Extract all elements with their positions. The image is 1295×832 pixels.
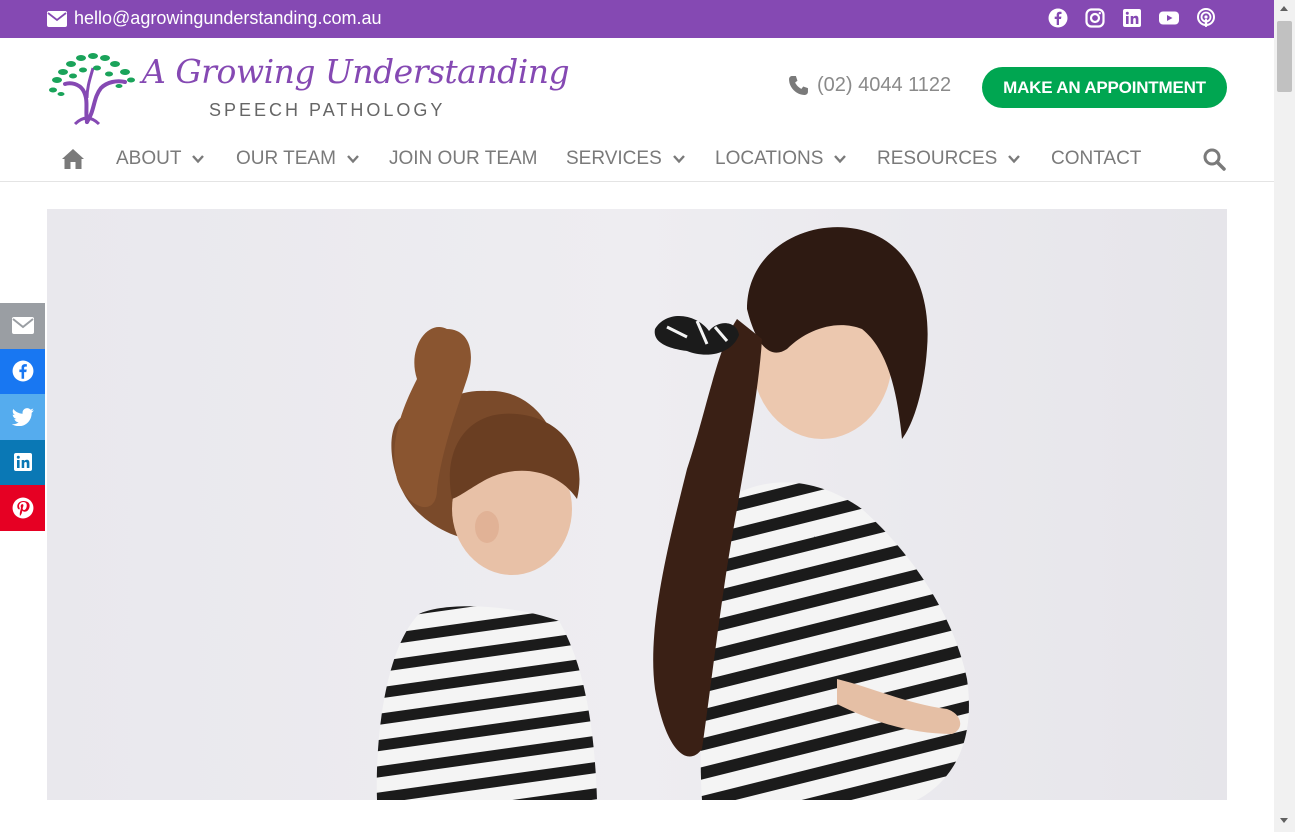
twitter-icon [11,407,34,426]
make-appointment-button[interactable]: MAKE AN APPOINTMENT [982,67,1227,108]
phone-number: (02) 4044 1122 [817,74,952,96]
social-links [1048,8,1233,28]
nav-item-label: RESOURCES [877,148,998,169]
nav-item-our-team[interactable]: OUR TEAM [236,148,360,170]
share-pinterest-button[interactable] [0,485,45,531]
two-girls-striped-shirts-illustration [376,227,969,800]
hero-image [47,209,1227,800]
main-nav: ABOUT OUR TEAM JOIN OUR TEAM SERVICES LO… [0,138,1274,182]
logo-subtitle: SPEECH PATHOLOGY [209,100,446,120]
chevron-down-icon [672,155,685,164]
share-bar [0,303,45,531]
email-text: hello@agrowingunderstanding.com.au [74,8,382,28]
linkedin-icon [13,453,32,472]
nav-item-resources[interactable]: RESOURCES [877,148,1021,170]
nav-item-contact[interactable]: CONTACT [1051,148,1141,170]
nav-item-label: SERVICES [566,148,662,169]
linkedin-icon[interactable] [1122,8,1142,28]
tree-logo-icon [49,53,135,126]
pinterest-icon [12,497,33,519]
share-linkedin-button[interactable] [0,439,45,485]
share-twitter-button[interactable] [0,394,45,440]
facebook-icon[interactable] [1048,8,1068,28]
nav-item-label: JOIN OUR TEAM [389,148,538,169]
email-icon [11,317,34,335]
home-icon[interactable] [61,148,85,170]
scrollbar-thumb[interactable] [1277,21,1292,92]
share-facebook-button[interactable] [0,348,45,394]
nav-item-join-our-team[interactable]: JOIN OUR TEAM [389,148,538,170]
nav-item-label: ABOUT [116,148,182,169]
scroll-up-arrow-icon[interactable] [1280,6,1288,11]
phone-link[interactable]: (02) 4044 1122 [788,74,951,97]
nav-item-label: LOCATIONS [715,148,824,169]
nav-item-label: OUR TEAM [236,148,336,169]
chevron-down-icon [192,155,205,164]
chevron-down-icon [1008,155,1021,164]
chevron-down-icon [347,155,359,164]
site-logo[interactable]: A Growing Understanding SPEECH PATHOLOGY [47,50,570,126]
scrollbar[interactable] [1274,0,1295,832]
nav-item-locations[interactable]: LOCATIONS [715,148,847,170]
logo-title: A Growing Understanding [142,52,570,91]
nav-item-about[interactable]: ABOUT [116,148,205,170]
instagram-icon[interactable] [1085,8,1105,28]
nav-item-services[interactable]: SERVICES [566,148,686,170]
phone-icon [789,76,808,95]
facebook-icon [12,360,33,382]
envelope-icon [47,10,67,27]
podcast-icon[interactable] [1196,8,1216,28]
share-email-button[interactable] [0,303,45,349]
chevron-down-icon [834,155,847,164]
search-icon[interactable] [1202,147,1226,171]
youtube-icon[interactable] [1159,8,1179,28]
email-link[interactable]: hello@agrowingunderstanding.com.au [47,8,381,29]
top-bar: hello@agrowingunderstanding.com.au [0,0,1274,38]
scroll-down-arrow-icon[interactable] [1280,818,1288,823]
nav-item-label: CONTACT [1051,148,1142,169]
